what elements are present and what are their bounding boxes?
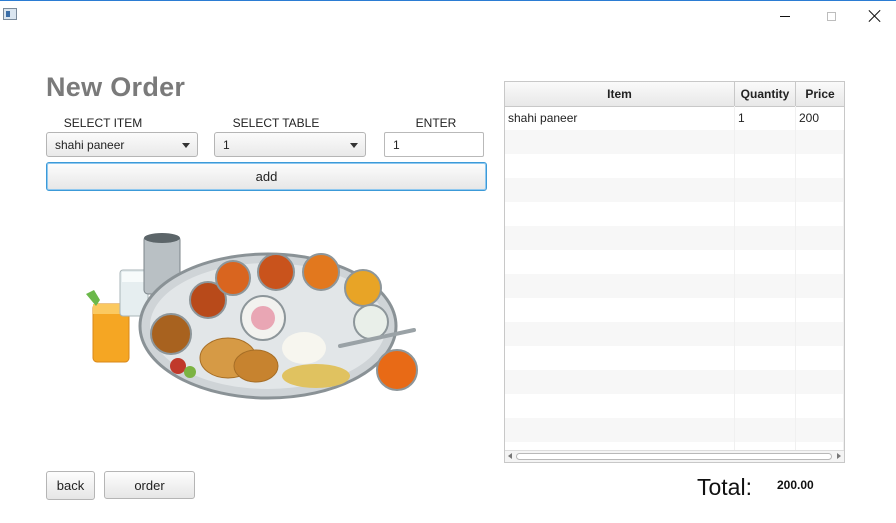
empty-cell: [796, 226, 844, 250]
scroll-left-icon[interactable]: [508, 453, 512, 459]
column-header-price[interactable]: Price: [796, 82, 844, 106]
empty-cell: [796, 298, 844, 322]
total-label: Total:: [697, 474, 752, 500]
empty-cell: [505, 154, 735, 178]
empty-table-row: [505, 322, 844, 346]
cell-quantity: 1: [735, 106, 796, 130]
empty-table-row: [505, 370, 844, 394]
horizontal-scrollbar[interactable]: [505, 450, 844, 462]
empty-cell: [505, 346, 735, 370]
empty-cell: [735, 418, 796, 442]
empty-cell: [505, 298, 735, 322]
empty-table-row: [505, 202, 844, 226]
scroll-right-icon[interactable]: [837, 453, 841, 459]
scrollbar-thumb[interactable]: [516, 453, 832, 460]
empty-table-row: [505, 298, 844, 322]
add-button-label: add: [255, 169, 278, 184]
empty-cell: [735, 298, 796, 322]
empty-cell: [505, 178, 735, 202]
minimize-button[interactable]: [762, 1, 808, 31]
thali-food-platter-image: [86, 233, 418, 400]
column-header-item[interactable]: Item: [505, 82, 735, 106]
empty-cell: [735, 250, 796, 274]
item-select[interactable]: shahi paneer: [46, 132, 198, 157]
empty-cell: [796, 346, 844, 370]
empty-cell: [735, 178, 796, 202]
empty-table-row: [505, 130, 844, 154]
empty-cell: [735, 370, 796, 394]
table-select[interactable]: 1: [214, 132, 366, 157]
empty-cell: [796, 178, 844, 202]
empty-cell: [796, 154, 844, 178]
cell-item: shahi paneer: [505, 106, 735, 130]
empty-cell: [796, 274, 844, 298]
empty-cell: [505, 250, 735, 274]
maximize-button[interactable]: [808, 1, 854, 31]
empty-cell: [735, 130, 796, 154]
empty-cell: [735, 274, 796, 298]
empty-table-row: [505, 346, 844, 370]
empty-cell: [735, 202, 796, 226]
empty-cell: [505, 202, 735, 226]
close-button[interactable]: [852, 1, 896, 31]
empty-table-row: [505, 418, 844, 442]
empty-table-row: [505, 178, 844, 202]
item-select-value: shahi paneer: [55, 137, 125, 152]
app-icon: [3, 8, 17, 20]
empty-cell: [796, 418, 844, 442]
empty-cell: [505, 130, 735, 154]
empty-table-row: [505, 250, 844, 274]
maximize-icon: [826, 11, 836, 21]
close-icon: [869, 10, 881, 22]
empty-cell: [796, 202, 844, 226]
empty-cell: [796, 250, 844, 274]
empty-cell: [796, 322, 844, 346]
empty-cell: [796, 370, 844, 394]
empty-cell: [505, 322, 735, 346]
table-select-value: 1: [223, 137, 230, 152]
empty-table-row: [505, 226, 844, 250]
empty-cell: [796, 130, 844, 154]
back-button[interactable]: back: [46, 471, 95, 500]
order-table[interactable]: Item Quantity Price shahi paneer 1 200: [504, 81, 845, 463]
order-button-label: order: [134, 477, 165, 493]
order-button[interactable]: order: [104, 471, 195, 499]
cell-price: 200: [799, 111, 820, 125]
table-header: Item Quantity Price: [505, 82, 844, 107]
empty-table-row: [505, 274, 844, 298]
empty-table-row: [505, 394, 844, 418]
back-button-label: back: [56, 478, 85, 493]
empty-cell: [796, 394, 844, 418]
select-table-label: SELECT TABLE: [232, 116, 320, 130]
chevron-down-icon: [350, 143, 358, 148]
empty-cell: [735, 322, 796, 346]
add-button[interactable]: add: [46, 162, 487, 191]
quantity-input-value: 1: [393, 137, 400, 152]
empty-cell: [735, 394, 796, 418]
empty-cell: [505, 370, 735, 394]
empty-cell: [505, 418, 735, 442]
empty-cell: [505, 226, 735, 250]
empty-cell: [735, 154, 796, 178]
table-row[interactable]: shahi paneer 1 200: [505, 106, 844, 130]
window-titlebar: [0, 0, 896, 30]
select-item-label: SELECT ITEM: [63, 116, 143, 130]
total-value: 200.00: [777, 478, 814, 492]
empty-table-row: [505, 154, 844, 178]
chevron-down-icon: [182, 143, 190, 148]
column-header-quantity[interactable]: Quantity: [735, 82, 796, 106]
page-title: New Order: [46, 72, 186, 102]
empty-cell: [505, 274, 735, 298]
quantity-input[interactable]: 1: [384, 132, 484, 157]
empty-cell: [505, 394, 735, 418]
minimize-icon: [780, 15, 790, 17]
empty-cell: [735, 346, 796, 370]
empty-cell: [735, 226, 796, 250]
